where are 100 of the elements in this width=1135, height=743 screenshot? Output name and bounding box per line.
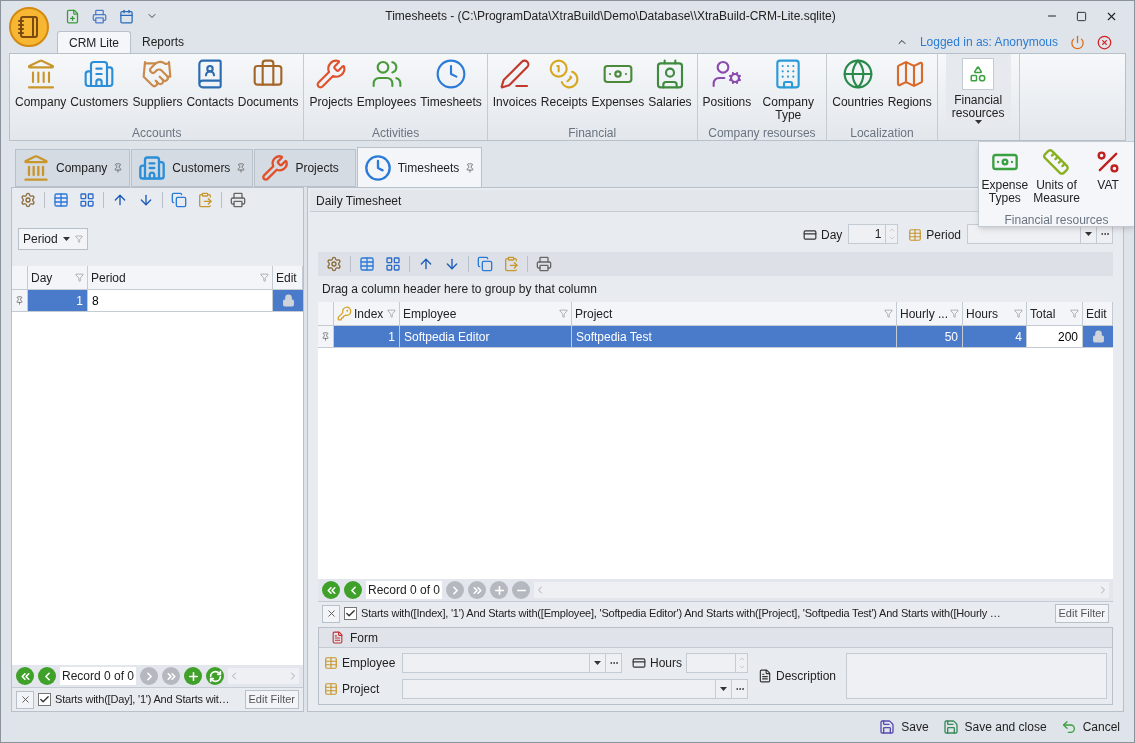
lock-icon[interactable]	[281, 294, 295, 307]
print-button[interactable]	[228, 190, 248, 210]
ribbon-button[interactable]: Suppliers	[130, 58, 185, 109]
previous-record-button[interactable]	[344, 581, 362, 599]
clear-filter-button[interactable]	[16, 690, 34, 709]
ribbon-button[interactable]: Regions	[885, 58, 934, 109]
exit-icon[interactable]	[1097, 34, 1112, 50]
card-icon	[632, 656, 646, 670]
filter-icon[interactable]	[387, 309, 396, 318]
group-by-button[interactable]: Period	[18, 228, 88, 250]
column-header[interactable]: Period	[88, 266, 273, 289]
pen-icon	[498, 58, 531, 90]
footer-button[interactable]: Save	[879, 718, 929, 736]
column-header[interactable]: Project	[572, 302, 897, 325]
edit-filter-button[interactable]: Edit Filter	[244, 690, 299, 709]
document-tab[interactable]: Projects	[254, 149, 356, 187]
previous-record-button[interactable]	[38, 667, 56, 685]
form-title: Form	[350, 629, 378, 647]
grid-button[interactable]	[383, 254, 403, 274]
filter-icon[interactable]	[1070, 309, 1079, 318]
ribbon-button[interactable]: Customers	[68, 58, 131, 109]
description-field[interactable]	[846, 653, 1107, 699]
footer-button[interactable]: Save and close	[942, 718, 1047, 736]
first-record-button[interactable]	[322, 581, 340, 599]
grid-icon	[385, 256, 401, 272]
printer-icon	[230, 192, 246, 208]
clear-filter-button[interactable]	[322, 604, 340, 623]
table-icon	[324, 682, 338, 696]
edit-filter-button[interactable]: Edit Filter	[1054, 604, 1109, 623]
record-counter: Record 0 of 0	[366, 581, 443, 599]
ribbon-button[interactable]: Receipts	[538, 58, 590, 109]
document-tab[interactable]: Company	[15, 149, 131, 187]
ribbon-button[interactable]: Contacts	[184, 58, 236, 109]
ribbon-button[interactable]: Company Type	[753, 58, 824, 122]
ribbon-button[interactable]: Positions	[700, 58, 754, 109]
filter-icon[interactable]	[260, 273, 269, 282]
column-header[interactable]: Edit	[273, 266, 303, 289]
column-header[interactable]: Hourly ...	[897, 302, 963, 325]
filter-icon[interactable]	[559, 309, 568, 318]
footer-button[interactable]: Cancel	[1060, 718, 1120, 736]
column-header[interactable]: Day	[28, 266, 88, 289]
column-title: Edit	[276, 269, 298, 287]
table-button[interactable]	[51, 190, 71, 210]
ribbon-button[interactable]: Salaries	[646, 58, 694, 109]
column-header[interactable]: Total	[1027, 302, 1083, 325]
filter-expression: Starts with([Day], '1') And Starts wit…	[55, 692, 231, 708]
copy-button[interactable]	[169, 190, 189, 210]
app-logo[interactable]	[9, 7, 49, 47]
filter-checkbox[interactable]	[344, 607, 357, 620]
column-header[interactable]: Index	[334, 302, 400, 325]
ribbon-button[interactable]: Employees	[354, 58, 419, 109]
grid-icon	[79, 192, 95, 208]
group-label: Company resourses	[707, 125, 817, 140]
document-tab[interactable]: Timesheets	[356, 147, 483, 187]
filter-icon[interactable]	[884, 309, 893, 318]
column-title: Employee	[403, 305, 458, 323]
lock-icon[interactable]	[1091, 330, 1105, 343]
calendar-icon[interactable]	[119, 8, 134, 24]
financial-resources-button[interactable]: Financial resources	[945, 54, 1011, 124]
arrow-down-icon	[138, 192, 154, 208]
table-button[interactable]	[357, 254, 377, 274]
new-document-icon[interactable]	[65, 8, 80, 24]
settings-button[interactable]	[324, 254, 344, 274]
grid-button[interactable]	[77, 190, 97, 210]
print-button[interactable]	[534, 254, 554, 274]
table-cell: Softpedia Test	[572, 326, 897, 347]
copy-button[interactable]	[475, 254, 495, 274]
power-icon[interactable]	[1070, 34, 1085, 50]
column-header[interactable]: Edit	[1083, 302, 1113, 325]
pin-icon[interactable]	[465, 162, 476, 173]
settings-icon	[20, 192, 36, 208]
ribbon-button[interactable]: Projects	[307, 58, 355, 109]
filter-icon[interactable]	[75, 273, 84, 282]
pin-icon[interactable]	[236, 163, 247, 173]
add-button[interactable]	[184, 667, 203, 685]
printer-icon[interactable]	[92, 8, 107, 24]
document-tab[interactable]: Customers	[131, 149, 254, 187]
filter-icon[interactable]	[950, 309, 959, 318]
ribbon-button[interactable]: Countries	[830, 58, 886, 109]
ribbon-button[interactable]: Expenses	[589, 58, 647, 109]
column-header[interactable]: Hours	[963, 302, 1027, 325]
refresh-button[interactable]	[206, 667, 225, 685]
people-icon	[370, 58, 403, 90]
filter-checkbox[interactable]	[38, 693, 51, 706]
ribbon-button[interactable]: Timesheets	[418, 58, 484, 109]
ribbon-button[interactable]: Invoices	[490, 58, 539, 109]
document-icon	[758, 669, 772, 683]
maximize-icon[interactable]	[1076, 10, 1087, 22]
pin-icon[interactable]	[113, 163, 124, 173]
ribbon-tab[interactable]: Reports	[131, 31, 196, 53]
table-icon	[53, 192, 69, 208]
ribbon-button[interactable]: Documents	[235, 58, 301, 109]
column-header[interactable]: Employee	[400, 302, 572, 325]
ribbon-tab[interactable]: CRM Lite	[57, 31, 131, 53]
menu-item[interactable]: VAT	[1083, 148, 1134, 192]
column-title: Project	[575, 305, 614, 323]
settings-button[interactable]	[18, 190, 38, 210]
first-record-button[interactable]	[16, 667, 34, 685]
ribbon-button[interactable]: Company	[13, 58, 69, 109]
filter-icon[interactable]	[1014, 309, 1023, 318]
